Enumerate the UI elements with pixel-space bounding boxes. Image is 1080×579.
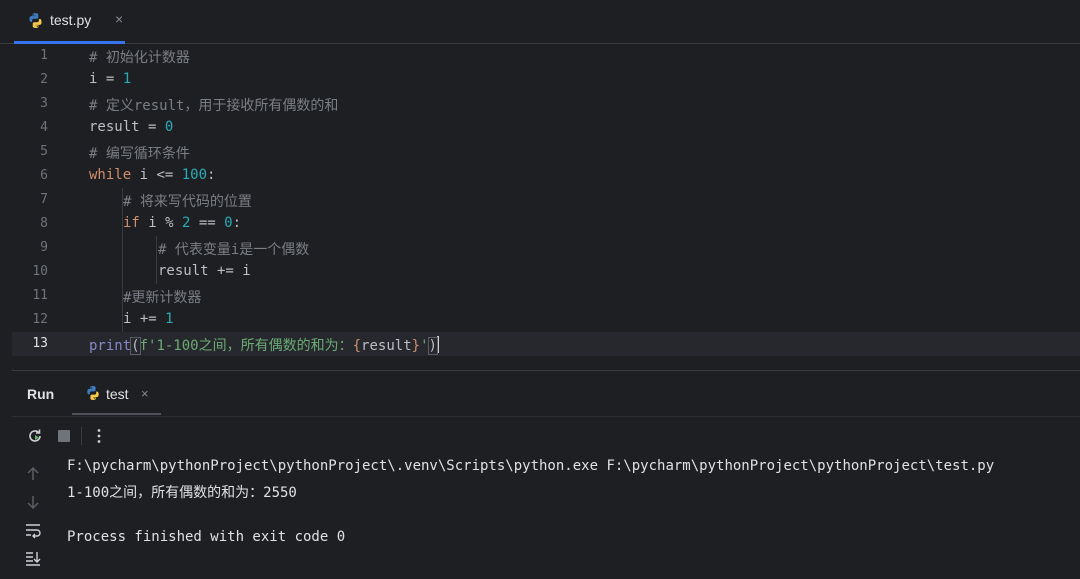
- toolbar-separator: [81, 427, 82, 445]
- code-line[interactable]: 7 # 将来写代码的位置: [12, 188, 1080, 212]
- line-number: 3: [40, 96, 48, 111]
- tab-filename: test.py: [50, 12, 92, 28]
- stop-icon[interactable]: [54, 426, 74, 446]
- python-file-icon: [29, 13, 42, 28]
- code-text: while i <= 100:: [89, 167, 216, 183]
- code-text: # 定义result，用于接收所有偶数的和: [89, 98, 339, 114]
- line-number: 10: [32, 264, 48, 279]
- run-panel-title: Run: [27, 386, 55, 402]
- code-text: # 初始化计数器: [89, 50, 190, 66]
- code-text: #更新计数器: [123, 290, 202, 306]
- code-line[interactable]: 6 while i <= 100:: [12, 164, 1080, 188]
- python-run-icon: [87, 386, 99, 400]
- tab-close-icon[interactable]: ×: [115, 11, 123, 27]
- line-number: 2: [40, 72, 48, 87]
- code-line[interactable]: 4 result = 0: [12, 116, 1080, 140]
- scroll-to-end-icon[interactable]: [23, 548, 43, 568]
- run-tab-indicator: [72, 413, 161, 415]
- line-number: 8: [40, 216, 48, 231]
- tab-test-py[interactable]: test.py ×: [14, 0, 125, 44]
- run-tab-test[interactable]: test ×: [72, 371, 161, 415]
- run-tab-label: test: [106, 386, 129, 402]
- line-number: 5: [40, 144, 48, 159]
- console-line: Process finished with exit code 0: [67, 529, 346, 545]
- scroll-up-icon[interactable]: [23, 464, 43, 484]
- code-text: i += 1: [123, 311, 174, 327]
- code-line[interactable]: 2 i = 1: [12, 68, 1080, 92]
- code-line[interactable]: 1 # 初始化计数器: [12, 44, 1080, 68]
- code-line[interactable]: 8 if i % 2 == 0:: [12, 212, 1080, 236]
- code-text: # 代表变量i是一个偶数: [158, 242, 310, 258]
- code-text: result = 0: [89, 119, 174, 135]
- code-text: # 将来写代码的位置: [123, 194, 252, 210]
- line-number: 7: [40, 192, 48, 207]
- line-number: 1: [40, 48, 48, 63]
- line-number: 12: [32, 312, 48, 327]
- line-number: 4: [40, 120, 48, 135]
- code-line[interactable]: 9 # 代表变量i是一个偶数: [12, 236, 1080, 260]
- more-options-icon[interactable]: [89, 426, 109, 446]
- console-side-toolbar: [12, 455, 54, 579]
- code-editor[interactable]: 1 # 初始化计数器 2 i = 1 3 # 定义result，用于接收所有偶数…: [12, 44, 1080, 368]
- rerun-icon[interactable]: [25, 426, 45, 446]
- code-text: if i % 2 == 0:: [123, 215, 242, 231]
- code-text: print(f'1-100之间，所有偶数的和为：{result}'): [89, 336, 439, 355]
- code-text: # 编写循环条件: [89, 146, 190, 162]
- line-number: 9: [40, 240, 48, 255]
- line-number: 13: [32, 336, 48, 351]
- code-line[interactable]: 10 result += i: [12, 260, 1080, 284]
- console-line: 1-100之间，所有偶数的和为：2550: [67, 485, 297, 501]
- code-line[interactable]: 12 i += 1: [12, 308, 1080, 332]
- code-line[interactable]: 5 # 编写循环条件: [12, 140, 1080, 164]
- run-toolbar: [12, 416, 1080, 455]
- code-line[interactable]: 3 # 定义result，用于接收所有偶数的和: [12, 92, 1080, 116]
- line-number: 6: [40, 168, 48, 183]
- code-text: result += i: [158, 263, 251, 279]
- line-number: 11: [32, 288, 48, 303]
- scroll-down-icon[interactable]: [23, 492, 43, 512]
- run-tool-window: Run test × F:\pycharm\pythonProject\pyth…: [12, 370, 1080, 579]
- editor-tab-bar: test.py ×: [0, 0, 1080, 44]
- text-caret: [436, 336, 439, 353]
- code-line[interactable]: 11 #更新计数器: [12, 284, 1080, 308]
- soft-wrap-icon[interactable]: [23, 520, 43, 540]
- run-tab-close-icon[interactable]: ×: [141, 386, 149, 401]
- code-text: i = 1: [89, 71, 132, 87]
- code-line-current[interactable]: 13 print(f'1-100之间，所有偶数的和为：{result}'): [12, 332, 1080, 356]
- console-line: F:\pycharm\pythonProject\pythonProject\.…: [67, 458, 995, 474]
